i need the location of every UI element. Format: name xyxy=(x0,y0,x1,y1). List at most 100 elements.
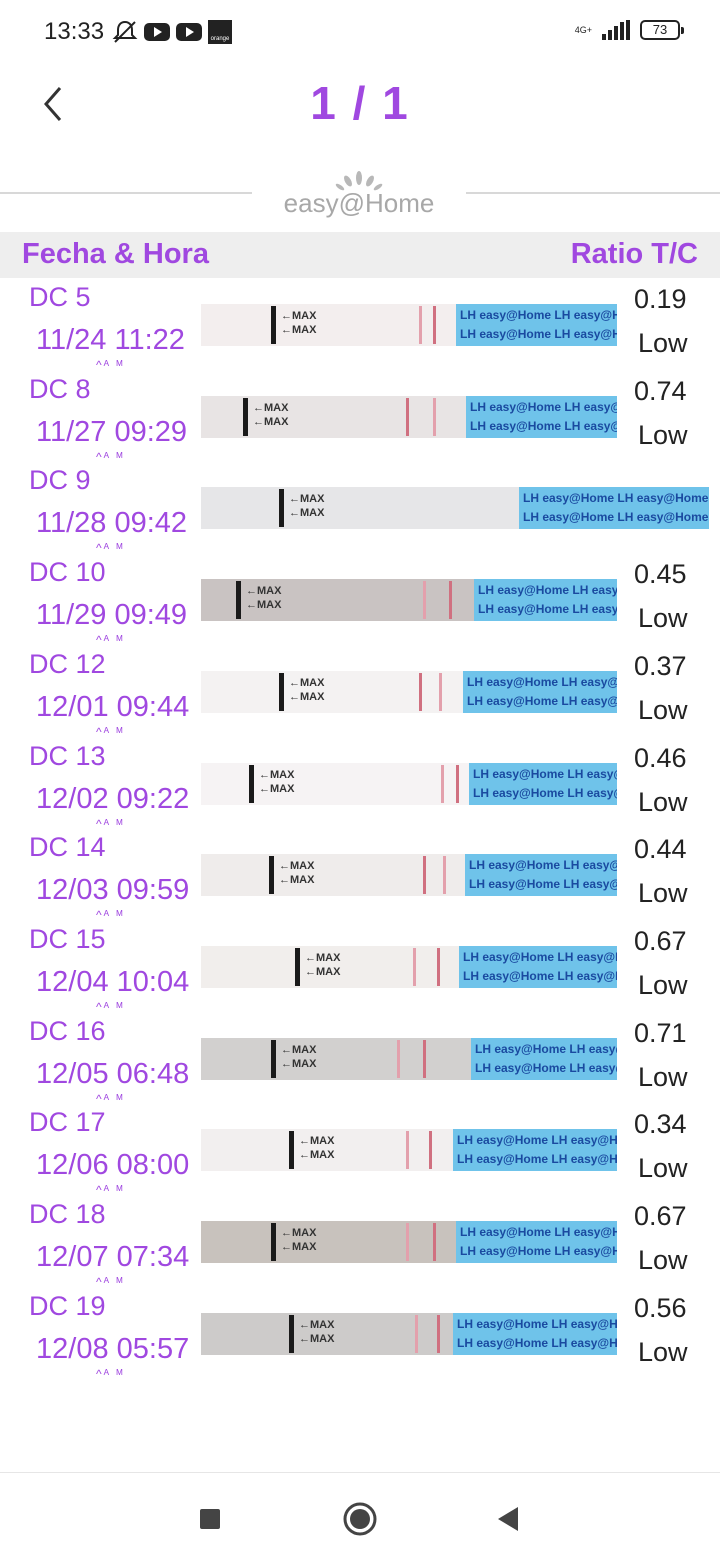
result-level: Low xyxy=(638,878,688,908)
list-item[interactable]: DC 9 11/28 09:42 ^ᴬ ᴹ ←MAX ←MAX LH easy@Home … xyxy=(0,461,720,555)
list-item[interactable]: DC 8 11/27 09:29 ^ᴬ ᴹ ←MAX ←MAX LH easy@Home … xyxy=(0,370,720,464)
status-bar: 13:33 orange 4G+ 73 xyxy=(0,0,720,64)
test-datetime: 12/02 09:22 xyxy=(36,783,190,815)
strip-brand-label: LH easy@Home LH easy@Home LHLH easy@Home… xyxy=(456,304,617,346)
ratio-value: 0.44 xyxy=(634,834,687,864)
list-item[interactable]: DC 13 12/02 09:22 ^ᴬ ᴹ ←MAX ←MAX LH easy@Home… xyxy=(0,737,720,831)
youtube-icon xyxy=(176,23,202,41)
ratio-value: 0.37 xyxy=(634,651,687,681)
ratio-value: 0.46 xyxy=(634,743,687,773)
test-datetime: 12/01 09:44 xyxy=(36,691,190,723)
network-type: 4G+ xyxy=(574,24,592,35)
ratio-column-header: Ratio T/C xyxy=(570,238,698,270)
page-indicator: 1 / 1 xyxy=(310,77,410,129)
strip-brand-label: LH easy@Home LH easy@Home LHLH easy@Home… xyxy=(453,1313,617,1355)
list-item[interactable]: DC 15 12/04 10:04 ^ᴬ ᴹ ←MAX ←MAX LH easy@Home… xyxy=(0,920,720,1014)
cycle-day-label: DC 8 xyxy=(29,374,91,404)
ratio-value: 0.67 xyxy=(634,1201,687,1231)
list-item[interactable]: DC 16 12/05 06:48 ^ᴬ ᴹ ←MAX ←MAX LH easy@Home… xyxy=(0,1012,720,1106)
strip-brand-label: LH easy@Home LH easy@Home LHLH easy@Home… xyxy=(466,396,617,438)
status-notification-icons: orange xyxy=(112,18,232,46)
home-button[interactable] xyxy=(340,1499,380,1539)
test-strip-image[interactable]: ←MAX←MAX LH easy@Home LH easy@Home LHLH e… xyxy=(201,1129,617,1171)
test-strip-image[interactable]: ←MAX←MAX LH easy@Home LH easy@Home LHLH e… xyxy=(201,946,617,988)
system-nav-bar xyxy=(0,1472,720,1560)
strip-brand-label: LH easy@Home LH easy@Home LHLH easy@Home… xyxy=(453,1129,617,1171)
test-datetime: 12/03 09:59 xyxy=(36,874,190,906)
ratio-value: 0.34 xyxy=(634,1109,687,1139)
list-item[interactable]: DC 14 12/03 09:59 ^ᴬ ᴹ ←MAX ←MAX LH easy@Home… xyxy=(0,828,720,922)
test-strip-image[interactable]: ←MAX←MAX LH easy@Home LH easy@Home LHLH e… xyxy=(201,854,617,896)
brand-logo: easy@Home xyxy=(252,168,466,222)
list-item[interactable]: DC 12 12/01 09:44 ^ᴬ ᴹ ←MAX ←MAX LH easy@Home… xyxy=(0,645,720,739)
battery-icon: 73 xyxy=(640,20,684,40)
test-datetime: 12/05 06:48 xyxy=(36,1058,190,1090)
result-level: Low xyxy=(638,695,688,725)
cycle-day-label: DC 10 xyxy=(29,557,106,587)
triangle-back-icon xyxy=(498,1507,518,1531)
strip-brand-label: LH easy@Home LH easy@Home LHLH easy@Home… xyxy=(471,1038,617,1080)
strip-max-label: ←MAX ←MAX xyxy=(281,310,317,336)
cycle-day-label: DC 19 xyxy=(29,1291,106,1321)
strip-brand-label: LH easy@Home LH easy@Home LHLH easy@Home… xyxy=(459,946,617,988)
result-level: Low xyxy=(638,1337,688,1367)
result-level: Low xyxy=(638,787,688,817)
carrier-badge: orange xyxy=(208,20,232,44)
bell-muted-icon xyxy=(112,20,138,43)
cycle-day-label: DC 5 xyxy=(29,282,91,312)
test-datetime: 12/06 08:00 xyxy=(36,1149,190,1181)
list-item[interactable]: DC 10 11/29 09:49 ^ᴬ ᴹ ←MAX ←MAX LH easy@Home… xyxy=(0,553,720,647)
test-datetime: 12/07 07:34 xyxy=(36,1241,190,1273)
result-level: Low xyxy=(638,420,688,450)
meridiem-marker: ^ᴬ ᴹ xyxy=(96,1367,125,1381)
test-strip-image[interactable]: ←MAX←MAX LH easy@Home LH easy@Home LHLH e… xyxy=(201,763,617,805)
list-item[interactable]: DC 5 11/24 11:22 ^ᴬ ᴹ ←MAX ←MAX LH easy@Home … xyxy=(0,278,720,372)
cycle-day-label: DC 15 xyxy=(29,924,106,954)
test-strip-image[interactable]: ←MAX←MAX LH easy@Home LH easy@Home LHLH e… xyxy=(201,487,709,529)
test-datetime: 12/08 05:57 xyxy=(36,1333,190,1365)
strip-max-label: ←MAX ←MAX xyxy=(289,493,325,519)
test-strip-image[interactable]: ←MAX←MAX LH easy@Home LH easy@Home LHLH e… xyxy=(201,1313,617,1355)
recents-button[interactable] xyxy=(190,1499,230,1539)
date-column-header: Fecha & Hora xyxy=(22,238,209,270)
test-datetime: 12/04 10:04 xyxy=(36,966,190,998)
test-strip-image[interactable]: ←MAX←MAX LH easy@Home LH easy@Home LHLH e… xyxy=(201,1221,617,1263)
strip-brand-label: LH easy@Home LH easy@Home LHLH easy@Home… xyxy=(465,854,617,896)
circle-home-icon xyxy=(343,1502,377,1536)
result-level: Low xyxy=(638,603,688,633)
strip-max-label: ←MAX ←MAX xyxy=(246,585,282,611)
result-level: Low xyxy=(638,1153,688,1183)
test-datetime: 11/24 11:22 xyxy=(36,324,185,356)
list-item[interactable]: DC 17 12/06 08:00 ^ᴬ ᴹ ←MAX ←MAX LH easy@Home… xyxy=(0,1103,720,1197)
test-strip-image[interactable]: ←MAX←MAX LH easy@Home LH easy@Home LHLH e… xyxy=(201,1038,617,1080)
strip-max-label: ←MAX ←MAX xyxy=(299,1319,335,1345)
cycle-day-label: DC 17 xyxy=(29,1107,106,1137)
result-level: Low xyxy=(638,328,688,358)
system-back-button[interactable] xyxy=(490,1499,530,1539)
divider xyxy=(0,192,252,194)
test-strip-image[interactable]: ←MAX←MAX LH easy@Home LH easy@Home LHLH e… xyxy=(201,671,617,713)
result-level: Low xyxy=(638,1245,688,1275)
list-item[interactable]: DC 19 12/08 05:57 ^ᴬ ᴹ ←MAX ←MAX LH easy@Home… xyxy=(0,1287,720,1381)
ratio-value: 0.74 xyxy=(634,376,687,406)
cycle-day-label: DC 13 xyxy=(29,741,106,771)
strip-max-label: ←MAX ←MAX xyxy=(299,1135,335,1161)
result-level: Low xyxy=(638,970,688,1000)
strip-max-label: ←MAX ←MAX xyxy=(279,860,315,886)
cycle-day-label: DC 16 xyxy=(29,1016,106,1046)
strip-max-label: ←MAX ←MAX xyxy=(289,677,325,703)
strip-brand-label: LH easy@Home LH easy@Home LHLH easy@Home… xyxy=(456,1221,617,1263)
ratio-value: 0.56 xyxy=(634,1293,687,1323)
strip-brand-label: LH easy@Home LH easy@Home LHLH easy@Home… xyxy=(469,763,617,805)
strip-brand-label: LH easy@Home LH easy@Home LHLH easy@Home… xyxy=(463,671,617,713)
list-item[interactable]: DC 18 12/07 07:34 ^ᴬ ᴹ ←MAX ←MAX LH easy@Home… xyxy=(0,1195,720,1289)
test-strip-image[interactable]: ←MAX←MAX LH easy@Home LH easy@Home LHLH e… xyxy=(201,304,617,346)
brand-text: easy@Home xyxy=(283,188,435,218)
test-datetime: 11/29 09:49 xyxy=(36,599,188,631)
test-strip-image[interactable]: ←MAX←MAX LH easy@Home LH easy@Home LHLH e… xyxy=(201,396,617,438)
result-level: Low xyxy=(638,1062,688,1092)
test-strip-image[interactable]: ←MAX←MAX LH easy@Home LH easy@Home LHLH e… xyxy=(201,579,617,621)
youtube-icon xyxy=(144,23,170,41)
strip-brand-label: LH easy@Home LH easy@Home LHLH easy@Home… xyxy=(474,579,617,621)
square-icon xyxy=(200,1509,220,1529)
